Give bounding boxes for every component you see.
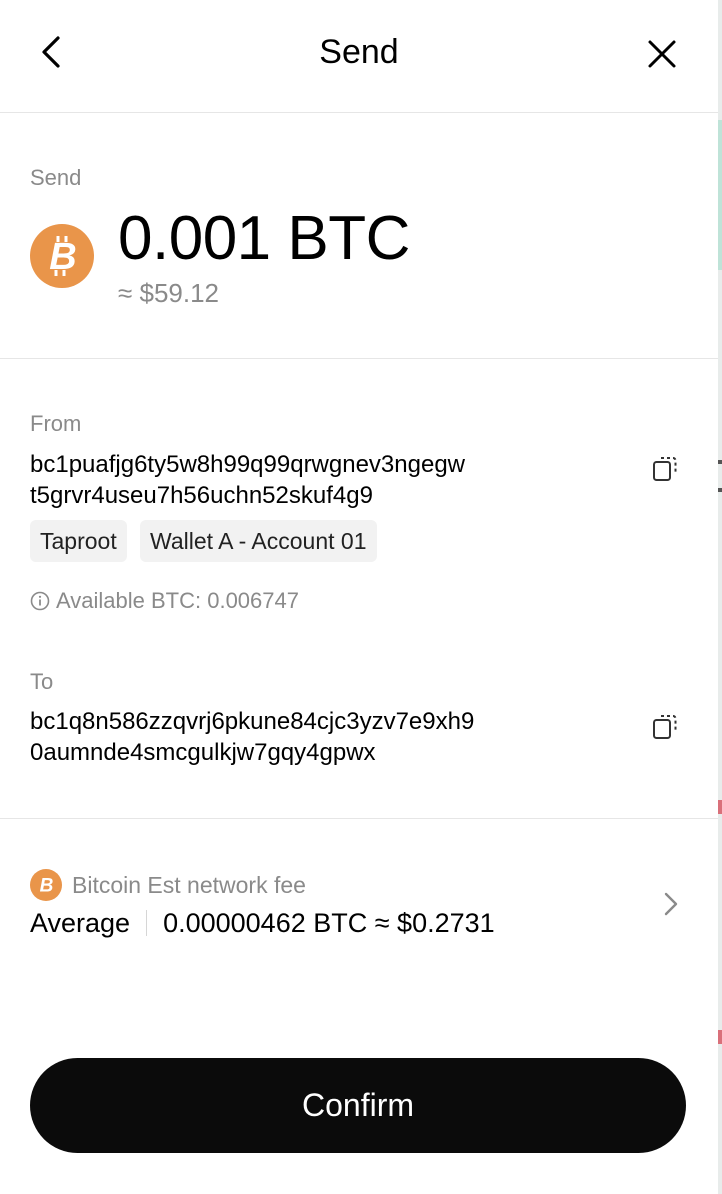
to-address: bc1q8n586zzqvrj6pkune84cjc3yzv7e9xh9 0au… <box>30 706 590 768</box>
fee-speed: Average <box>30 908 131 938</box>
edge-accent <box>718 120 722 270</box>
from-address-line: t5grvr4useu7h56uchn52skuf4g9 <box>30 482 373 509</box>
copy-icon <box>653 457 677 481</box>
send-fiat-value: ≈ $59.12 <box>118 278 220 308</box>
copy-from-address-button[interactable] <box>650 452 682 486</box>
fee-value: 0.00000462 BTC ≈ $0.2731 <box>163 908 495 938</box>
from-address: bc1puafjg6ty5w8h99q99qrwgnev3ngegw t5grv… <box>30 449 590 511</box>
fee-options-button[interactable] <box>658 888 682 920</box>
page-title: Send <box>319 33 399 71</box>
chevron-right-icon <box>664 892 678 916</box>
edge-mark <box>718 488 722 492</box>
close-button[interactable] <box>640 32 684 76</box>
address-type-tag: Taproot <box>30 520 127 562</box>
separator <box>146 910 148 936</box>
edge-mark <box>718 1030 722 1044</box>
edge-mark <box>718 460 722 464</box>
to-label: To <box>30 669 54 694</box>
available-balance: Available BTC: 0.006747 <box>30 587 299 615</box>
from-label: From <box>30 411 82 436</box>
background-screen-edge <box>718 0 722 1194</box>
network-fee-row[interactable]: Average 0.00000462 BTC ≈ $0.2731 <box>30 905 495 941</box>
available-balance-text: Available BTC: 0.006747 <box>56 588 299 613</box>
divider <box>0 358 718 359</box>
send-label: Send <box>30 165 82 190</box>
bitcoin-icon: B <box>30 224 94 288</box>
divider <box>0 818 718 819</box>
copy-icon <box>653 715 677 739</box>
info-icon <box>30 591 50 611</box>
wallet-account-tag: Wallet A - Account 01 <box>140 520 377 562</box>
svg-text:B: B <box>40 876 54 897</box>
edge-mark <box>718 800 722 814</box>
send-panel: Send Send B 0.001 BTC ≈ $59.12 From bc1p… <box>0 0 718 1194</box>
to-address-line: bc1q8n586zzqvrj6pkune84cjc3yzv7e9xh9 <box>30 708 475 735</box>
close-icon <box>648 40 676 68</box>
header: Send <box>0 0 718 112</box>
bitcoin-icon: B <box>30 869 62 901</box>
copy-to-address-button[interactable] <box>650 710 682 744</box>
send-amount: 0.001 BTC <box>118 204 410 273</box>
to-address-line: 0aumnde4smcgulkjw7gqy4gpwx <box>30 739 376 766</box>
divider <box>0 112 718 113</box>
confirm-button[interactable]: Confirm <box>30 1058 686 1153</box>
from-address-line: bc1puafjg6ty5w8h99q99qrwgnev3ngegw <box>30 451 465 478</box>
network-fee-label: Bitcoin Est network fee <box>72 872 306 898</box>
